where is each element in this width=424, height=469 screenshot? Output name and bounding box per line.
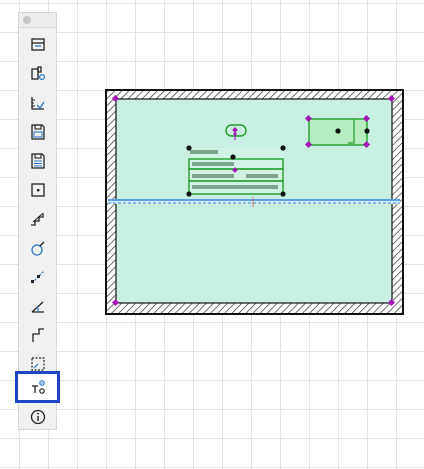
selected-label-object[interactable] xyxy=(186,145,286,197)
selected-fixture-object[interactable] xyxy=(304,114,371,149)
floor-plan-canvas[interactable] xyxy=(0,0,424,469)
